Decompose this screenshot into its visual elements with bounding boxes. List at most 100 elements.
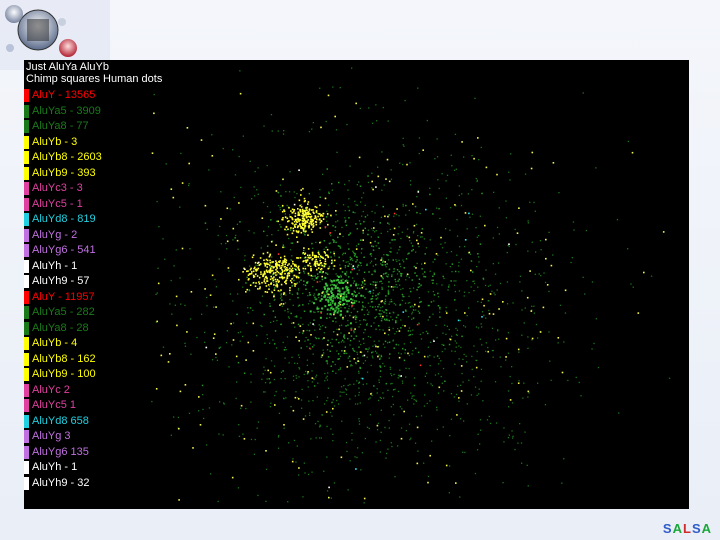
data-point <box>363 285 365 288</box>
data-point <box>342 204 345 206</box>
legend-swatch <box>24 275 29 288</box>
data-point <box>492 313 495 315</box>
data-point <box>356 380 358 382</box>
data-point <box>408 236 411 239</box>
data-point <box>381 300 383 302</box>
data-point <box>299 208 301 211</box>
data-point <box>298 268 300 270</box>
data-point <box>369 283 372 285</box>
data-point <box>348 209 351 212</box>
data-point <box>184 345 187 347</box>
data-point <box>470 269 472 272</box>
data-point <box>249 160 251 162</box>
data-point <box>393 268 395 270</box>
data-point <box>341 226 343 229</box>
data-point <box>326 313 329 315</box>
legend-entry: AluYg - 2 <box>24 228 144 244</box>
data-point <box>329 309 331 311</box>
data-point <box>479 243 482 245</box>
data-point <box>355 295 357 298</box>
data-point <box>283 130 285 132</box>
data-point <box>319 213 321 215</box>
data-point <box>256 275 259 277</box>
data-point <box>365 348 368 350</box>
data-point <box>204 204 207 207</box>
data-point <box>451 271 453 273</box>
data-point <box>350 301 353 304</box>
data-point <box>582 92 584 94</box>
data-point <box>284 216 287 218</box>
data-point <box>268 269 270 272</box>
data-point <box>312 275 314 277</box>
legend-swatch <box>24 290 29 304</box>
data-point <box>395 259 397 261</box>
data-point <box>456 219 458 221</box>
data-point <box>462 451 464 453</box>
data-point <box>359 366 361 369</box>
data-point <box>318 218 321 221</box>
data-point <box>463 325 465 327</box>
data-point <box>308 329 311 332</box>
data-point <box>339 325 341 327</box>
data-point <box>279 304 281 306</box>
data-point <box>427 346 429 348</box>
data-point <box>441 284 443 286</box>
data-point <box>385 295 387 297</box>
data-point <box>349 344 351 346</box>
data-point <box>271 130 273 132</box>
data-point <box>467 193 469 195</box>
data-point <box>359 223 362 225</box>
data-point <box>298 331 301 334</box>
data-point <box>397 377 399 379</box>
data-point <box>464 326 467 328</box>
data-point <box>424 262 426 265</box>
data-point <box>273 266 275 268</box>
data-point <box>206 296 208 299</box>
data-point <box>218 433 220 435</box>
data-point <box>453 396 455 398</box>
data-point <box>397 314 399 316</box>
data-point <box>310 334 312 336</box>
data-point <box>412 306 415 308</box>
data-point <box>244 255 246 257</box>
data-point <box>460 258 463 260</box>
data-point <box>339 233 341 235</box>
data-point <box>186 127 189 129</box>
data-point <box>563 341 565 343</box>
data-point <box>393 227 396 230</box>
data-point <box>476 359 478 362</box>
data-point <box>352 299 354 301</box>
data-point <box>297 225 300 227</box>
data-point <box>414 272 416 274</box>
data-point <box>398 226 400 228</box>
data-point <box>245 291 247 293</box>
data-point <box>374 212 376 214</box>
data-point <box>454 299 456 301</box>
data-point <box>266 271 269 273</box>
data-point <box>342 298 345 301</box>
data-point <box>445 263 447 265</box>
data-point <box>534 273 536 275</box>
data-point <box>591 348 593 350</box>
data-point <box>409 184 412 186</box>
data-point <box>239 331 242 333</box>
data-point <box>519 275 522 277</box>
data-point <box>407 302 409 304</box>
data-point <box>340 341 343 343</box>
data-point <box>289 267 291 270</box>
data-point <box>340 293 343 296</box>
data-point <box>340 456 343 459</box>
data-point <box>402 324 404 326</box>
data-point <box>522 397 524 399</box>
data-point <box>204 288 206 290</box>
data-point <box>264 263 266 265</box>
data-point <box>411 395 413 397</box>
data-point <box>335 321 337 323</box>
data-point <box>343 350 346 352</box>
data-point <box>310 438 312 440</box>
data-point <box>384 264 387 266</box>
data-point <box>316 218 318 221</box>
data-point <box>402 144 404 146</box>
data-point <box>332 307 335 310</box>
data-point <box>302 267 305 270</box>
